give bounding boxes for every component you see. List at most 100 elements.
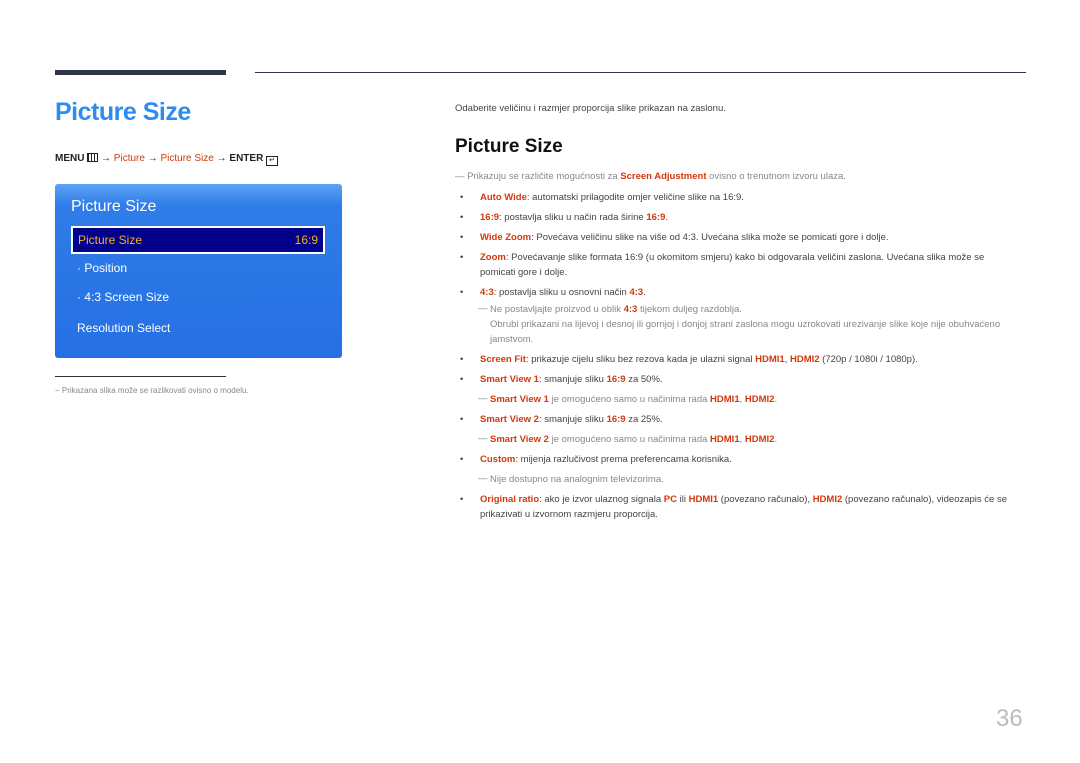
menu-label: MENU <box>55 153 85 164</box>
osd-item-resolution-select[interactable]: Resolution Select <box>77 321 170 335</box>
desc: : smanjuje sliku <box>538 374 607 385</box>
term: HDMI2 <box>744 394 775 405</box>
note-text: tijekom duljeg razdoblja. <box>637 304 742 315</box>
term: Wide Zoom <box>480 232 532 243</box>
note-text: Prikazuju se različite mogućnosti za <box>467 171 621 182</box>
desc: (povezano računalo), <box>718 494 813 505</box>
term: HDMI2 <box>744 434 775 445</box>
note-screen-adjustment: ― Prikazuju se različite mogućnosti za S… <box>455 171 846 182</box>
term: HDMI2 <box>789 354 820 365</box>
bullet-icon: • <box>460 494 464 505</box>
desc: . <box>665 212 668 223</box>
desc: : mijenja razlučivost prema preferencama… <box>515 454 732 465</box>
osd-item-picture-size[interactable]: Picture Size 16:9 <box>71 226 325 254</box>
term: HDMI1 <box>710 434 740 445</box>
note-highlight: Screen Adjustment <box>620 171 707 182</box>
desc: . <box>643 287 646 298</box>
osd-menu-panel: Picture Size Picture Size 16:9 · Positio… <box>55 184 342 358</box>
term: 16:9 <box>480 212 500 223</box>
desc: ili <box>676 494 689 505</box>
list-item-16-9: • 16:9: postavlja sliku u način rada šir… <box>460 210 1020 225</box>
osd-item-4-3-screen-size[interactable]: · 4:3 Screen Size <box>77 290 169 304</box>
note-4-3-warranty: Obrubi prikazani na lijevoj i desnoj ili… <box>460 317 1020 347</box>
term: Smart View 1 <box>480 374 539 385</box>
bullet-icon: • <box>460 252 464 263</box>
bullet-icon: • <box>460 192 464 203</box>
menu-grid-icon <box>87 153 99 162</box>
note-dash-icon: ― <box>455 171 465 182</box>
term: 16:9 <box>646 212 666 223</box>
term: HDMI1 <box>755 354 785 365</box>
note-text: je omogućeno samo u načinima rada <box>548 394 711 405</box>
osd-item-position[interactable]: · Position <box>77 261 127 275</box>
term: Smart View 2 <box>490 434 549 445</box>
note-custom: ― Nije dostupno na analognim televizorim… <box>460 472 1020 487</box>
bullet-icon: • <box>460 287 464 298</box>
term: Smart View 1 <box>490 394 549 405</box>
note-text: . <box>774 434 778 445</box>
term: 4:3 <box>480 287 494 298</box>
bullet-icon: • <box>460 232 464 243</box>
osd-item-value: 16:9 <box>294 233 318 247</box>
section-title: Picture Size <box>455 136 563 157</box>
term: Zoom <box>480 252 506 263</box>
bullet-icon: • <box>460 414 464 425</box>
term: 16:9 <box>606 414 626 425</box>
osd-title: Picture Size <box>71 198 157 215</box>
bullet-icon: • <box>460 374 464 385</box>
footnote-divider <box>55 376 226 377</box>
term: HDMI1 <box>710 394 740 405</box>
desc: (720p / 1080i / 1080p). <box>819 354 918 365</box>
arrow-icon: → <box>216 153 227 164</box>
list-item-wide-zoom: • Wide Zoom: Povećava veličinu slike na … <box>460 230 1020 245</box>
bullet-icon: • <box>460 354 464 365</box>
desc: za 25%. <box>625 414 663 425</box>
note-text: ovisno o trenutnom izvoru ulaza. <box>706 171 846 182</box>
page-title: Picture Size <box>55 98 191 126</box>
list-item-4-3: • 4:3: postavlja sliku u osnovni način 4… <box>460 285 1020 300</box>
term: 4:3 <box>629 287 644 298</box>
menu-path-picture: Picture <box>113 153 145 164</box>
osd-item-label: Picture Size <box>78 233 143 247</box>
options-list: • Auto Wide: automatski prilagodite omje… <box>460 190 1020 527</box>
term: Original ratio <box>480 494 540 505</box>
desc: : postavlja sliku u način rada širine <box>499 212 647 223</box>
note-dash-icon: ― <box>478 393 488 404</box>
term: 16:9 <box>606 374 626 385</box>
arrow-icon: → <box>147 153 158 164</box>
note-smart-view-2: ― Smart View 2 je omogućeno samo u način… <box>460 432 1020 447</box>
desc: za 50%. <box>625 374 663 385</box>
enter-icon: ↵ <box>266 156 279 166</box>
list-item-original-ratio: • Original ratio: ako je izvor ulaznog s… <box>460 492 1020 522</box>
page-number: 36 <box>996 705 1023 732</box>
term: 4:3 <box>623 304 638 315</box>
list-item-smart-view-1: • Smart View 1: smanjuje sliku 16:9 za 5… <box>460 372 1020 387</box>
note-dash-icon: ― <box>478 473 488 484</box>
list-item-zoom: • Zoom: Povećavanje slike formata 16:9 (… <box>460 250 1020 280</box>
desc: : prikazuje cijelu sliku bez rezova kada… <box>525 354 756 365</box>
arrow-icon: → <box>101 153 112 164</box>
list-item-auto-wide: • Auto Wide: automatski prilagodite omje… <box>460 190 1020 205</box>
list-item-custom: • Custom: mijenja razlučivost prema pref… <box>460 452 1020 467</box>
list-item-smart-view-2: • Smart View 2: smanjuje sliku 16:9 za 2… <box>460 412 1020 427</box>
intro-text: Odaberite veličinu i razmjer proporcija … <box>455 103 726 114</box>
desc: : Povećavanje slike formata 16:9 (u okom… <box>480 252 985 278</box>
term: Auto Wide <box>480 192 527 203</box>
note-dash-icon: ― <box>478 433 488 444</box>
menu-path-picture-size: Picture Size <box>160 153 214 164</box>
bullet-icon: • <box>460 212 464 223</box>
bullet-icon: • <box>460 454 464 465</box>
term: PC <box>663 494 677 505</box>
desc: : automatski prilagodite omjer veličine … <box>526 192 744 203</box>
header-rule-thin <box>255 72 1026 73</box>
note-smart-view-1: ― Smart View 1 je omogućeno samo u način… <box>460 392 1020 407</box>
desc: : smanjuje sliku <box>538 414 607 425</box>
note-text: je omogućeno samo u načinima rada <box>548 434 711 445</box>
desc: : ako je izvor ulaznog signala <box>539 494 664 505</box>
note-4-3: ― Ne postavljajte proizvod u oblik 4:3 t… <box>460 302 1020 317</box>
note-text: . <box>774 394 778 405</box>
desc: : postavlja sliku u osnovni način <box>493 287 630 298</box>
enter-label: ENTER <box>229 153 264 164</box>
term: Screen Fit <box>480 354 526 365</box>
header-rule-thick <box>55 70 226 75</box>
